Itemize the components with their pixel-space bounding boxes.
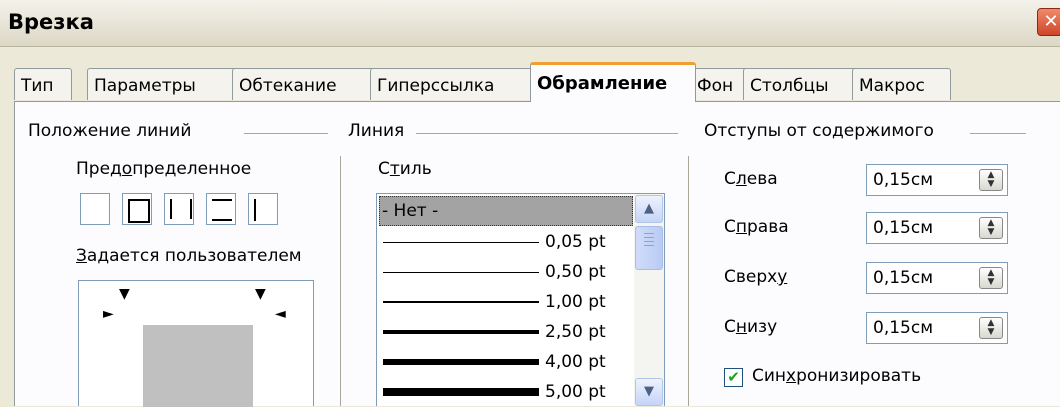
right-spacing-label: Справа [724,217,789,237]
line-arrangement-group-label: Положение линий [28,121,192,141]
line-sample [383,359,539,365]
border-preview[interactable]: ▼ ▼ ► ◄ [78,280,314,407]
list-item[interactable]: - Нет - [379,196,633,226]
preset-box-button[interactable] [122,193,152,225]
synchronize-checkbox[interactable]: ✔ [724,368,743,387]
default-label: Предопределенное [76,159,252,179]
tab-type[interactable]: Тип [14,68,72,100]
close-icon[interactable]: ✕ [1037,8,1060,36]
list-item[interactable]: 2,50 pt [379,318,633,348]
line-sample [383,242,539,243]
line-style-list[interactable]: - Нет - 0,05 pt 0,50 pt 1,00 pt 2,50 pt … [376,193,665,406]
spin-arrows-icon[interactable]: ▲ ▼ [979,217,1003,239]
tab-hyperlink[interactable]: Гиперссылка [370,68,534,100]
spin-arrows-icon[interactable]: ▲ ▼ [979,317,1003,339]
top-bottom-border-icon [212,199,232,221]
title-bar: Врезка ✕ [0,0,1060,47]
left-border-icon [254,199,274,221]
top-spacing-field[interactable]: 0,15см ▲ ▼ [866,262,1008,294]
list-item[interactable]: 4,00 pt [379,348,633,378]
left-spacing-field[interactable]: 0,15см ▲ ▼ [866,164,1008,196]
line-sample [383,272,539,273]
tab-wrap[interactable]: Обтекание [232,68,375,100]
list-item[interactable]: 5,00 pt [379,378,633,406]
bottom-spacing-field[interactable]: 0,15см ▲ ▼ [866,312,1008,344]
tab-bar: Тип Параметры Обтекание Гиперссылка Обра… [14,62,1060,102]
preset-top-bottom-button[interactable] [206,193,236,225]
tab-background[interactable]: Фон [690,68,748,100]
arrow-down-icon: ▼ [119,286,130,302]
scroll-down-icon[interactable]: ▼ [635,378,663,406]
scroll-up-icon[interactable]: ▲ [635,195,663,223]
scroll-thumb[interactable] [635,226,663,270]
left-right-border-icon [170,199,192,219]
preset-left-right-button[interactable] [164,193,194,225]
tab-borders[interactable]: Обрамление [530,62,696,102]
group-separator [688,156,689,406]
line-sample [383,301,539,303]
box-icon [128,199,150,223]
right-spacing-field[interactable]: 0,15см ▲ ▼ [866,212,1008,244]
spacing-group-label: Отступы от содержимого [704,121,934,141]
line-sample [383,330,539,334]
line-sample [383,388,539,396]
group-divider [416,133,678,134]
spin-arrows-icon[interactable]: ▲ ▼ [979,267,1003,289]
line-group-label: Линия [348,121,405,141]
spin-arrows-icon[interactable]: ▲ ▼ [979,169,1003,191]
arrow-down-icon: ▼ [255,286,266,302]
top-spacing-label: Сверху [724,267,788,287]
group-separator [340,156,341,406]
window-title: Врезка [8,10,94,34]
list-item[interactable]: 1,00 pt [379,288,633,318]
list-item[interactable]: 0,05 pt [379,228,633,258]
group-divider [244,133,328,134]
group-divider [970,133,1026,134]
left-spacing-label: Слева [724,169,778,189]
tab-macro[interactable]: Макрос [852,68,951,100]
synchronize-label: Синхронизировать [752,366,922,386]
arrow-right-icon: ► [103,306,114,322]
arrow-left-icon: ◄ [275,306,286,322]
checkmark-icon: ✔ [727,368,740,386]
tab-options[interactable]: Параметры [87,68,237,100]
tab-columns[interactable]: Столбцы [743,68,857,100]
preset-left-button[interactable] [248,193,278,225]
preview-content-area [143,325,253,407]
preset-none-button[interactable] [80,193,110,225]
vertical-scrollbar[interactable]: ▲ ▼ [634,194,664,406]
bottom-spacing-label: Снизу [724,317,778,337]
list-item[interactable]: 0,50 pt [379,258,633,288]
style-label: Стиль [378,159,432,179]
user-defined-label: Задается пользователем [76,246,302,266]
